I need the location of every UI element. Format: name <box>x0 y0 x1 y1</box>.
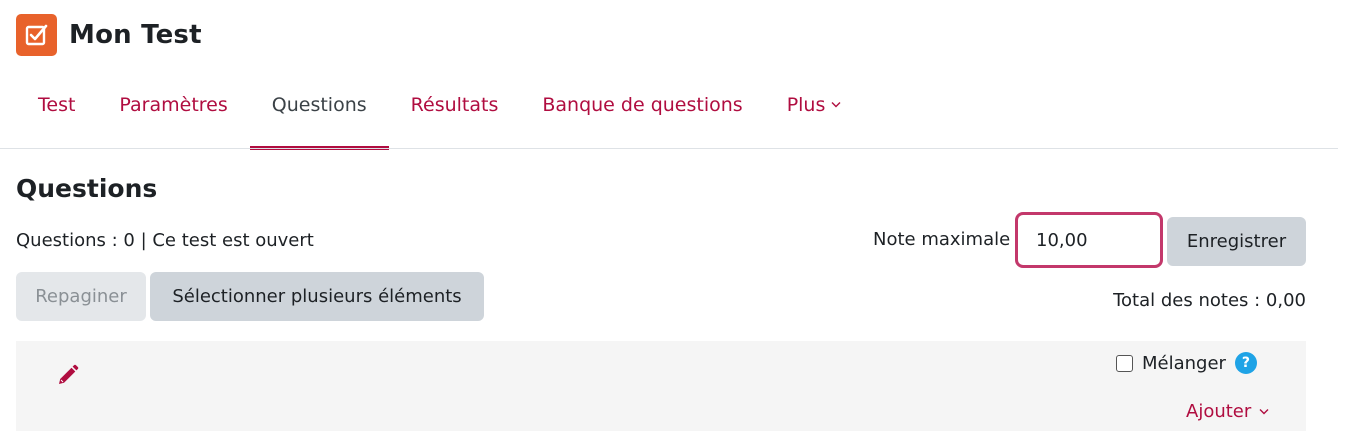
tab-label: Plus <box>786 93 826 116</box>
tabs-divider <box>0 148 1338 149</box>
tab-questions[interactable]: Questions <box>249 60 389 150</box>
tab-plus[interactable]: Plus <box>765 60 864 149</box>
select-multiple-button[interactable]: Sélectionner plusieurs éléments <box>150 272 484 321</box>
tab-label: Banque de questions <box>542 93 743 116</box>
tab-label: Questions <box>271 93 367 116</box>
max-grade-label: Note maximale <box>873 229 1011 250</box>
repaginate-label: Repaginer <box>35 286 127 307</box>
secondary-navigation: Test Paramètres Questions Résultats Banq… <box>16 60 864 150</box>
section-heading: Questions <box>16 174 158 203</box>
tab-parametres[interactable]: Paramètres <box>97 60 249 149</box>
section-panel <box>16 341 1306 431</box>
total-grades: Total des notes : 0,00 <box>1113 290 1306 311</box>
shuffle-label: Mélanger <box>1142 352 1226 374</box>
tab-test[interactable]: Test <box>16 60 97 149</box>
shuffle-checkbox[interactable] <box>1116 354 1133 372</box>
help-icon[interactable]: ? <box>1234 352 1257 374</box>
save-button[interactable]: Enregistrer <box>1167 217 1306 266</box>
chevron-down-icon <box>831 101 841 108</box>
quiz-checkbox-icon <box>16 14 57 56</box>
page-header: Mon Test <box>16 14 202 56</box>
tab-label: Test <box>38 93 76 116</box>
page-title: Mon Test <box>69 20 202 50</box>
save-label: Enregistrer <box>1186 231 1287 252</box>
quiz-page: Mon Test Test Paramètres Questions Résul… <box>0 0 1353 440</box>
select-multiple-label: Sélectionner plusieurs éléments <box>172 286 462 307</box>
tab-label: Paramètres <box>119 93 228 116</box>
pencil-icon[interactable] <box>56 363 80 387</box>
max-grade-input[interactable] <box>1015 212 1163 268</box>
tab-label: Résultats <box>410 93 499 116</box>
repaginate-button[interactable]: Repaginer <box>16 272 146 321</box>
add-label: Ajouter <box>1186 401 1252 422</box>
chevron-down-icon <box>1259 408 1269 415</box>
shuffle-control: Mélanger ? <box>1116 352 1257 374</box>
tab-banque-de-questions[interactable]: Banque de questions <box>520 60 764 149</box>
quiz-status: Questions : 0 | Ce test est ouvert <box>16 230 314 251</box>
tab-resultats[interactable]: Résultats <box>389 60 521 149</box>
add-menu-button[interactable]: Ajouter <box>1186 401 1269 422</box>
